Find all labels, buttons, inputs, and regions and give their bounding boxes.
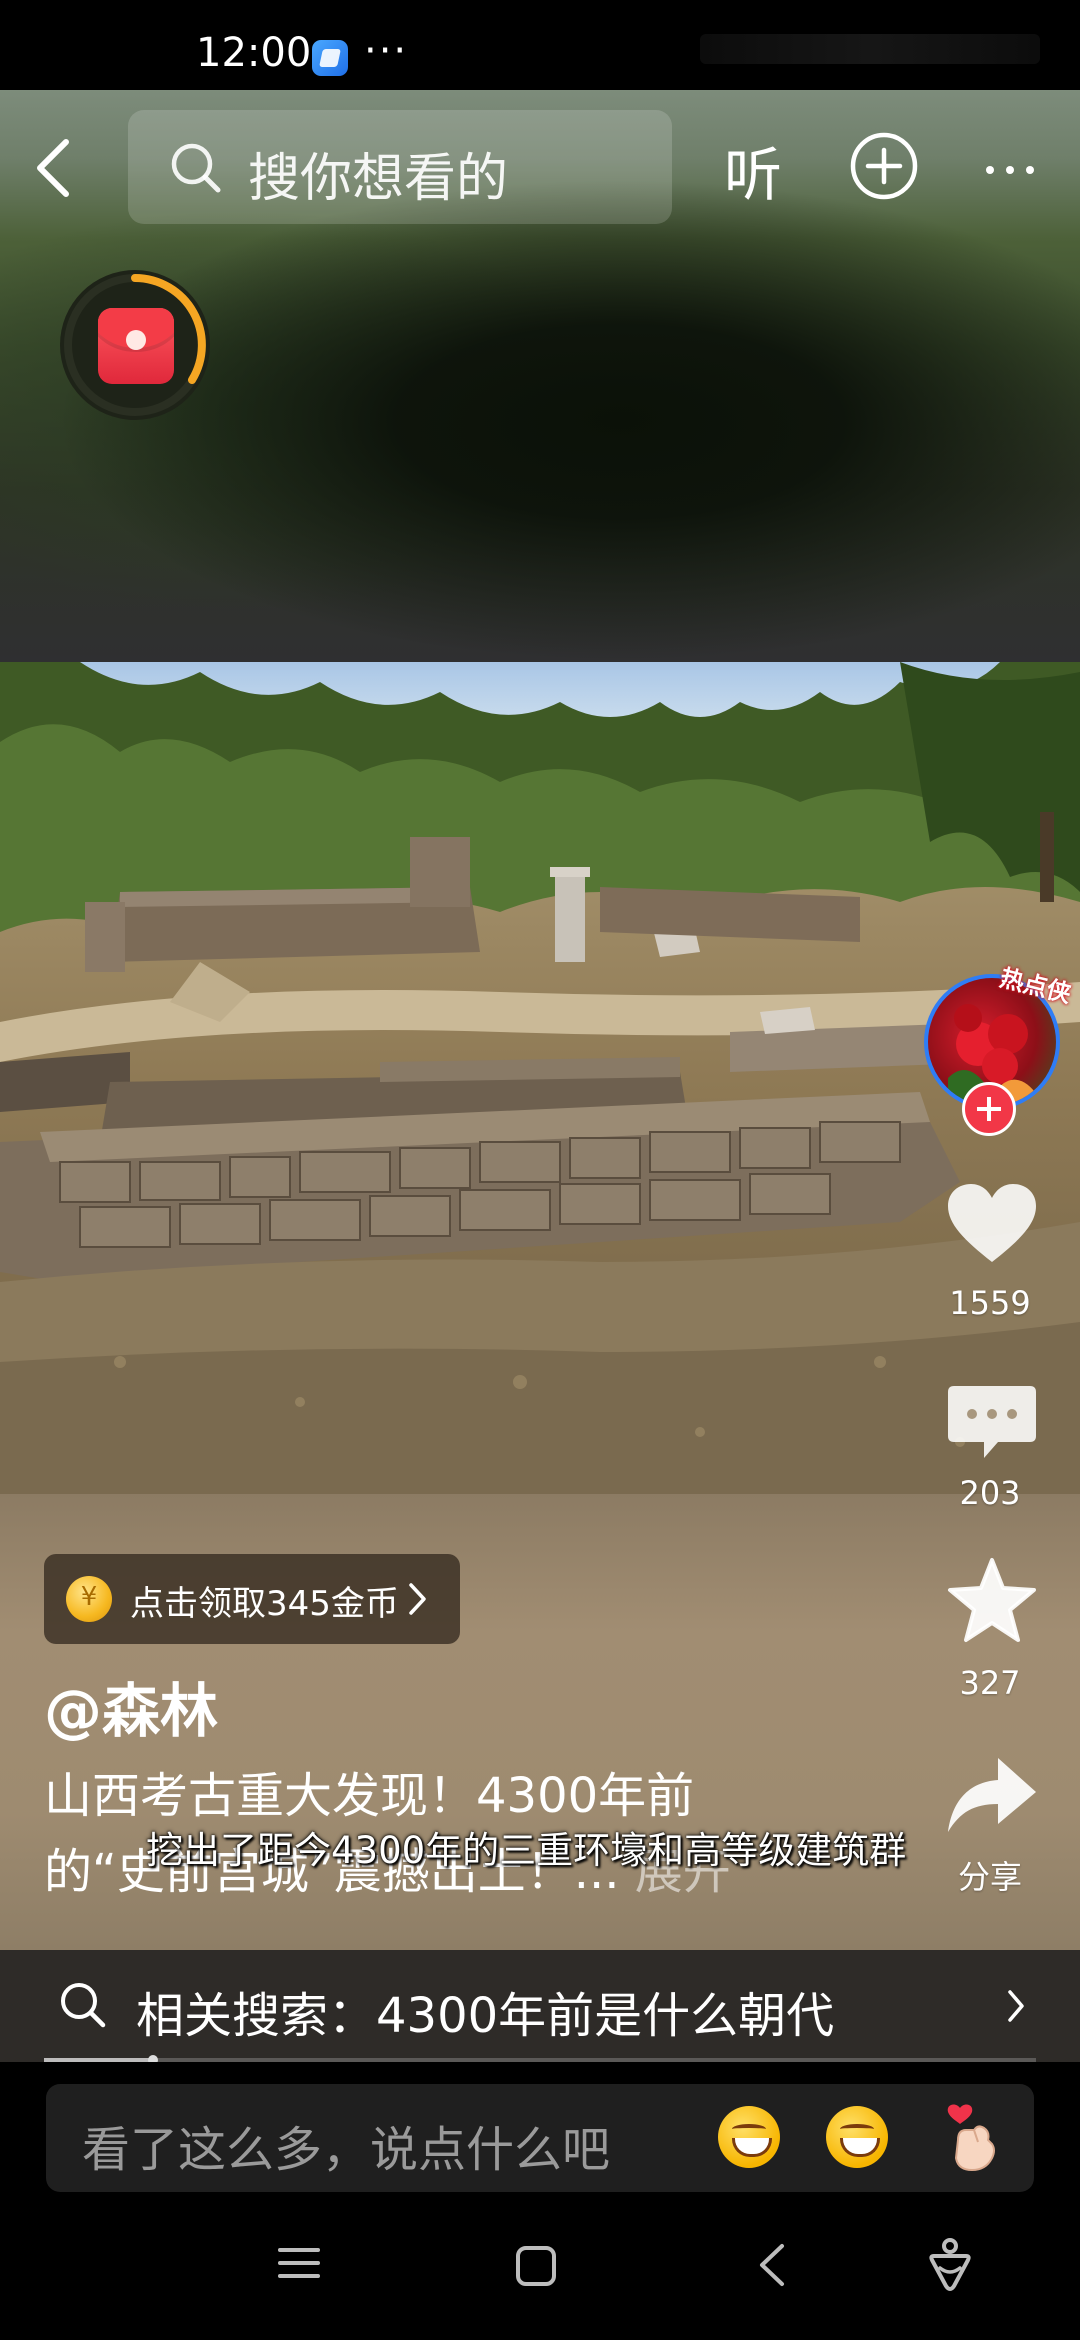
follow-button[interactable] [962, 1082, 1016, 1136]
chevron-left-icon [37, 139, 69, 197]
coin-symbol: ¥ [80, 1582, 98, 1612]
finger-heart-emoji-icon[interactable] [934, 2100, 1010, 2176]
related-search-bar[interactable]: 相关搜索：4300年前是什么朝代 [0, 1950, 1080, 2062]
back-button[interactable] [30, 128, 80, 208]
coin-reward-banner[interactable]: ¥ 点击领取345金币 [44, 1554, 460, 1644]
red-packet-widget[interactable] [60, 270, 210, 420]
author-name[interactable]: @森林 [44, 1664, 218, 1748]
home-square-icon[interactable] [514, 2244, 558, 2288]
comment-count: 203 [959, 1474, 1021, 1512]
coin-icon: ¥ [66, 1576, 112, 1622]
status-time: 12:00 [196, 30, 312, 76]
search-icon [61, 1983, 106, 2028]
grin-emoji-icon[interactable] [718, 2106, 780, 2168]
add-button[interactable] [848, 130, 920, 202]
related-search-text: 相关搜索：4300年前是什么朝代 [136, 1988, 835, 2044]
red-packet-icon [98, 308, 174, 384]
comment-icon[interactable] [944, 1378, 1040, 1466]
video-subtitle: 挖出了距今4300年的三重环壕和高等级建筑群 [146, 1829, 907, 1872]
back-chevron-icon[interactable] [754, 2240, 790, 2290]
like-count: 1559 [949, 1284, 1031, 1322]
status-more-indicator: ··· [364, 28, 409, 74]
search-icon [171, 143, 221, 193]
more-dots-icon [986, 166, 1034, 174]
share-arrow-icon[interactable] [944, 1752, 1040, 1840]
heart-icon[interactable] [944, 1180, 1040, 1268]
star-icon[interactable] [944, 1556, 1040, 1644]
status-system-icons [700, 34, 1040, 64]
comment-input[interactable]: 看了这么多，说点什么吧 [46, 2084, 1034, 2192]
share-label: 分享 [957, 1858, 1022, 1896]
chevron-right-icon [409, 1583, 426, 1615]
favorite-count: 327 [959, 1664, 1021, 1702]
chevron-right-icon [1008, 1990, 1024, 2022]
search-input[interactable]: 搜你想看的 [128, 110, 672, 224]
comment-placeholder: 看了这么多，说点什么吧 [82, 2122, 611, 2178]
assistant-icon[interactable] [924, 2236, 976, 2292]
listen-button[interactable]: 听 [724, 128, 782, 212]
coin-reward-text: 点击领取345金币 [130, 1584, 399, 1624]
recent-apps-menu-icon[interactable] [276, 2240, 322, 2286]
laugh-emoji-icon[interactable] [826, 2106, 888, 2168]
more-button[interactable] [982, 142, 1038, 198]
ruins-photo [0, 662, 1080, 1494]
video-frame[interactable] [0, 662, 1080, 1494]
app-notification-icon [312, 40, 348, 76]
search-placeholder: 搜你想看的 [248, 149, 509, 209]
plus-circle-icon [850, 132, 918, 200]
